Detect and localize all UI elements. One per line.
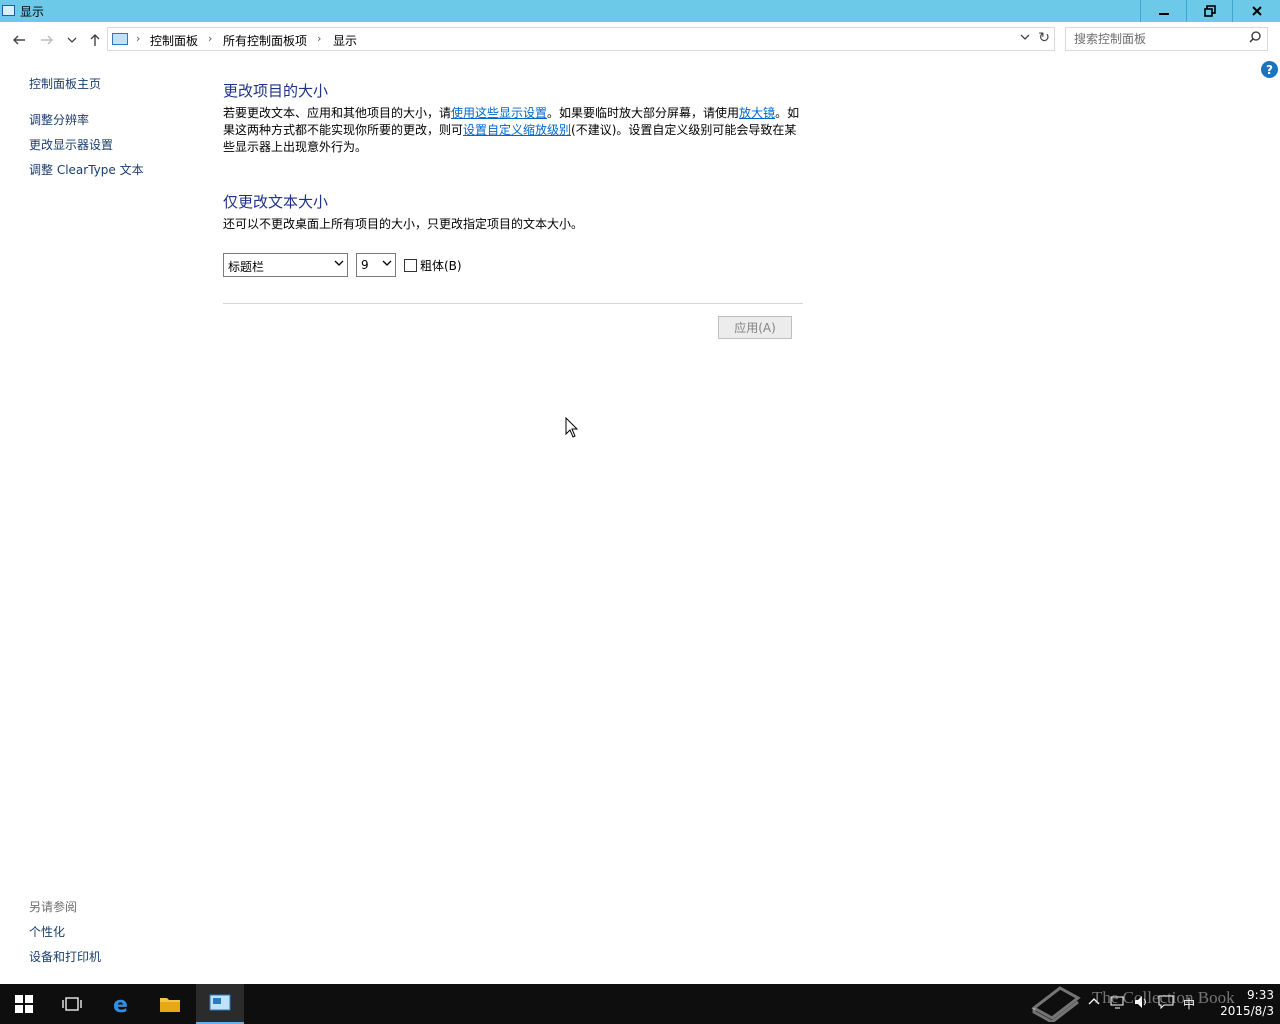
search-input[interactable]	[1074, 31, 1244, 47]
file-explorer-button[interactable]	[146, 984, 194, 1024]
change-item-size-heading: 更改项目的大小	[223, 82, 329, 100]
control-panel-icon	[112, 33, 128, 45]
sidebar-control-panel-home[interactable]: 控制面板主页	[29, 75, 101, 92]
address-dropdown-icon[interactable]	[1020, 31, 1030, 44]
navigation-bar: › 控制面板 › 所有控制面板项 › 显示 ↻	[0, 22, 1280, 60]
see-also-label: 另请参阅	[29, 900, 78, 914]
svg-text:e: e	[113, 993, 128, 1015]
minimize-button[interactable]	[1140, 0, 1186, 22]
start-button[interactable]	[0, 984, 48, 1024]
restore-button[interactable]	[1186, 0, 1232, 22]
apply-button[interactable]: 应用(A)	[718, 316, 792, 339]
font-size-select[interactable]: 9	[356, 253, 396, 277]
up-arrow-icon	[90, 34, 100, 46]
bold-checkbox[interactable]	[404, 259, 417, 272]
search-box[interactable]	[1065, 27, 1268, 51]
item-select-value: 标题栏	[228, 260, 265, 274]
search-icon[interactable]	[1249, 31, 1261, 47]
custom-scaling-link[interactable]: 设置自定义缩放级别	[463, 123, 571, 137]
breadcrumb-separator-icon: ›	[208, 32, 213, 45]
sidebar-adjust-cleartype[interactable]: 调整 ClearType 文本	[29, 161, 144, 178]
change-text-size-description: 还可以不更改桌面上所有项目的大小，只更改指定项目的文本大小。	[223, 217, 584, 231]
sidebar-change-display-settings[interactable]: 更改显示器设置	[29, 136, 113, 153]
chevron-down-icon	[67, 37, 77, 43]
description-text: 若要更改文本、应用和其他项目的大小，请	[223, 106, 452, 120]
item-select[interactable]: 标题栏	[223, 253, 348, 277]
close-icon	[1251, 6, 1262, 16]
change-item-size-description: 若要更改文本、应用和其他项目的大小，请使用这些显示设置。如果要临时放大部分屏幕，…	[223, 105, 803, 156]
close-button[interactable]	[1232, 0, 1280, 22]
taskbar: e 中 9:33 2015/8/3	[0, 984, 1280, 1024]
sidebar-adjust-resolution[interactable]: 调整分辨率	[29, 111, 89, 128]
breadcrumb-separator-icon: ›	[136, 32, 141, 45]
watermark-text: The Collection Book	[1092, 988, 1235, 1007]
back-arrow-icon	[13, 35, 25, 45]
address-bar[interactable]: › 控制面板 › 所有控制面板项 › 显示 ↻	[107, 27, 1055, 51]
edge-browser-button[interactable]: e	[98, 984, 146, 1024]
control-panel-icon	[209, 994, 231, 1011]
restore-icon	[1203, 5, 1216, 17]
forward-button[interactable]	[38, 31, 56, 49]
window-title: 显示	[20, 5, 45, 19]
chevron-down-icon	[382, 259, 392, 270]
book-watermark-icon	[1031, 986, 1081, 1022]
up-button[interactable]	[86, 31, 104, 49]
breadcrumb-separator-icon: ›	[317, 32, 322, 45]
refresh-icon[interactable]: ↻	[1038, 30, 1050, 46]
minimize-icon	[1158, 13, 1169, 15]
see-also-devices-printers[interactable]: 设备和打印机	[29, 948, 101, 965]
breadcrumb-all-items[interactable]: 所有控制面板项	[223, 32, 307, 49]
magnifier-link[interactable]: 放大镜	[739, 106, 775, 120]
breadcrumb-control-panel[interactable]: 控制面板	[150, 32, 198, 49]
back-button[interactable]	[10, 31, 28, 49]
control-panel-taskbar-button[interactable]	[196, 984, 244, 1024]
display-app-icon	[2, 5, 15, 16]
bold-checkbox-label[interactable]: 粗体(B)	[420, 257, 462, 274]
mouse-cursor-icon	[565, 417, 579, 438]
title-bar: 显示	[0, 0, 1280, 22]
windows-logo-icon	[15, 995, 33, 1013]
edge-browser-icon: e	[113, 993, 128, 1015]
use-display-settings-link[interactable]: 使用这些显示设置	[451, 106, 547, 120]
forward-arrow-icon	[41, 35, 53, 45]
description-text: 。如果要临时放大部分屏幕，请使用	[547, 106, 740, 120]
see-also-personalization[interactable]: 个性化	[29, 923, 65, 940]
task-view-icon	[62, 997, 82, 1011]
divider	[223, 303, 803, 304]
recent-locations-button[interactable]	[63, 31, 81, 49]
font-size-select-value: 9	[361, 258, 369, 272]
breadcrumb-display[interactable]: 显示	[333, 32, 357, 49]
chevron-down-icon	[334, 259, 344, 270]
task-view-button[interactable]	[48, 984, 96, 1024]
help-icon[interactable]: ?	[1261, 61, 1278, 78]
change-text-size-heading: 仅更改文本大小	[223, 193, 329, 211]
folder-icon	[160, 998, 180, 1012]
